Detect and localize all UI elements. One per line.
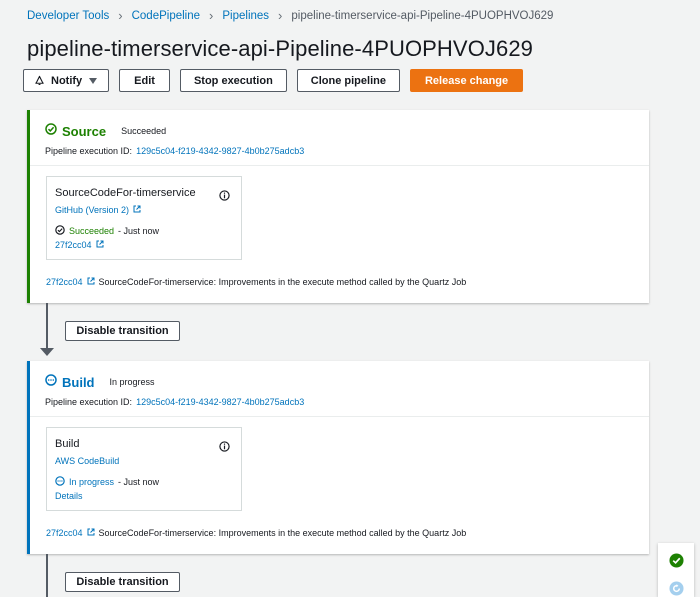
execution-id-label: Pipeline execution ID:	[45, 146, 133, 156]
breadcrumb-developer-tools[interactable]: Developer Tools	[27, 10, 109, 22]
commit-message: SourceCodeFor-timerservice: Improvements…	[98, 277, 467, 287]
action-status: Succeeded	[69, 226, 115, 236]
action-card-build: Build AWS CodeBuild In progress - Just n…	[46, 427, 242, 511]
action-provider-link[interactable]: AWS CodeBuild	[55, 456, 119, 466]
commit-message: SourceCodeFor-timerservice: Improvements…	[98, 528, 467, 538]
page-title: pipeline-timerservice-api-Pipeline-4PUOP…	[27, 36, 534, 61]
execution-id-link[interactable]: 129c5c04-f219-4342-9827-4b0b275adcb3	[136, 397, 304, 407]
commit-summary: 27f2cc04 SourceCodeFor-timerservice: Imp…	[46, 277, 466, 287]
external-link-icon	[96, 240, 104, 250]
edit-button[interactable]: Edit	[119, 69, 170, 92]
action-status-time: - Just now	[118, 477, 160, 487]
stage-status: Succeeded	[121, 126, 167, 136]
chevron-right-icon: ›	[209, 8, 214, 23]
breadcrumb-current: pipeline-timerservice-api-Pipeline-4PUOP…	[291, 9, 554, 22]
chevron-right-icon: ›	[278, 8, 283, 23]
breadcrumb-pipelines[interactable]: Pipelines	[222, 10, 269, 22]
stage-name: Build	[62, 374, 95, 390]
check-circle-icon[interactable]	[668, 553, 684, 573]
check-circle-icon	[55, 225, 65, 237]
stage-status: In progress	[109, 377, 155, 387]
execution-id-label: Pipeline execution ID:	[45, 397, 133, 407]
stage-header: Build In progress Pipeline execution ID:…	[30, 361, 649, 417]
disable-transition-button[interactable]: Disable transition	[65, 321, 180, 341]
refresh-icon[interactable]	[668, 581, 684, 597]
action-status-time: - Just now	[118, 226, 160, 236]
check-circle-icon	[45, 122, 57, 140]
breadcrumb-codepipeline[interactable]: CodePipeline	[132, 10, 200, 22]
action-status: In progress	[69, 477, 115, 487]
action-card-source: SourceCodeFor-timerservice GitHub (Versi…	[46, 176, 242, 260]
stage-source: Source Succeeded Pipeline execution ID: …	[27, 110, 649, 303]
stop-execution-button[interactable]: Stop execution	[179, 69, 287, 92]
stage-build: Build In progress Pipeline execution ID:…	[27, 361, 649, 554]
stage-status-panel	[658, 543, 694, 597]
breadcrumb: Developer Tools › CodePipeline › Pipelin…	[27, 8, 553, 23]
stage-header: Source Succeeded Pipeline execution ID: …	[30, 110, 649, 166]
action-provider-link[interactable]: GitHub (Version 2)	[55, 205, 129, 215]
transition-line	[46, 303, 48, 349]
chevron-right-icon: ›	[118, 8, 123, 23]
notify-label: Notify	[51, 74, 83, 87]
in-progress-icon	[45, 373, 57, 391]
release-change-button[interactable]: Release change	[409, 69, 524, 92]
caret-down-icon	[88, 77, 98, 85]
transition-line	[46, 554, 48, 597]
info-icon[interactable]	[219, 439, 230, 457]
arrow-down-icon	[40, 348, 54, 356]
in-progress-icon	[55, 476, 65, 488]
stage-name: Source	[62, 123, 107, 139]
commit-id-link[interactable]: 27f2cc04	[46, 277, 83, 287]
commit-id-link[interactable]: 27f2cc04	[46, 528, 83, 538]
commit-link[interactable]: 27f2cc04	[55, 240, 92, 250]
action-title: SourceCodeFor-timerservice	[55, 187, 196, 199]
commit-summary: 27f2cc04 SourceCodeFor-timerservice: Imp…	[46, 528, 466, 538]
external-link-icon	[87, 277, 95, 287]
info-icon[interactable]	[219, 188, 230, 206]
external-link-icon	[133, 205, 141, 215]
bell-icon	[34, 75, 45, 86]
external-link-icon	[87, 528, 95, 538]
notify-button[interactable]: Notify	[23, 69, 110, 92]
details-link[interactable]: Details	[55, 491, 83, 501]
clone-pipeline-button[interactable]: Clone pipeline	[296, 69, 400, 92]
execution-id-link[interactable]: 129c5c04-f219-4342-9827-4b0b275adcb3	[136, 146, 304, 156]
disable-transition-button[interactable]: Disable transition	[65, 572, 180, 592]
toolbar: Notify Edit Stop execution Clone pipelin…	[23, 69, 524, 92]
action-title: Build	[55, 438, 80, 450]
